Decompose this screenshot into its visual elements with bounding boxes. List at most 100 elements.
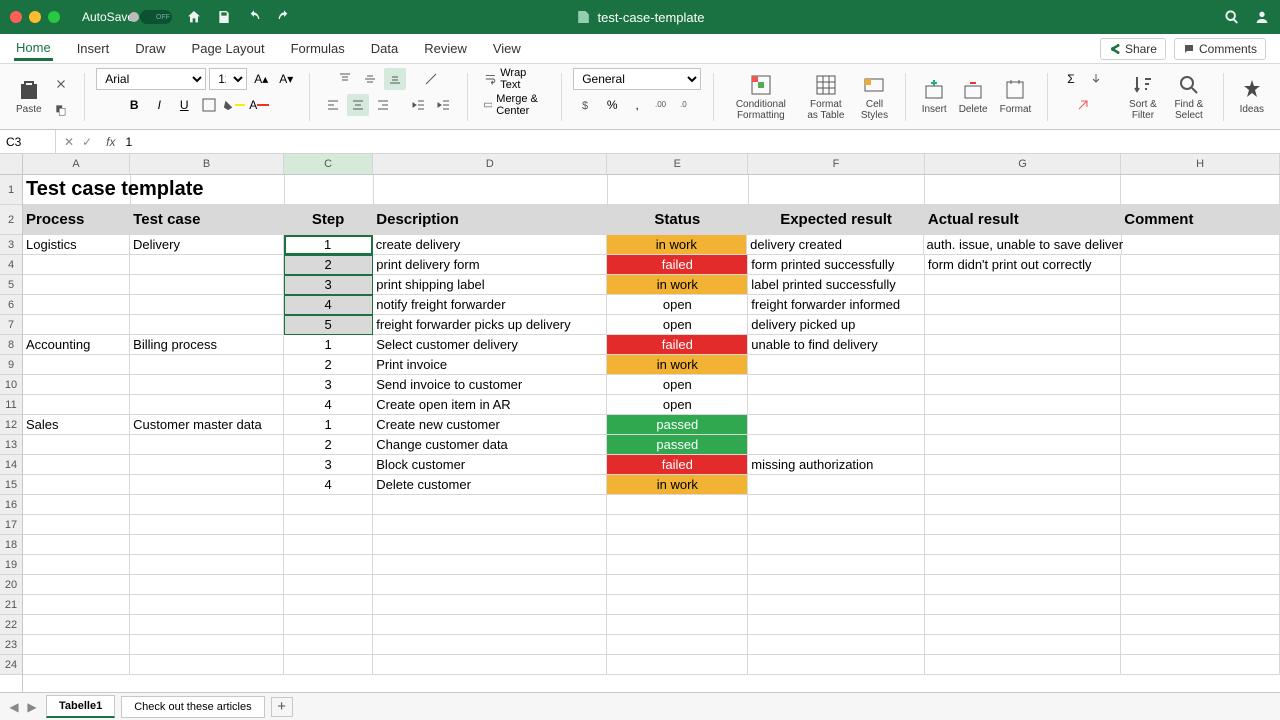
cell[interactable]: [925, 515, 1121, 535]
cell[interactable]: [284, 575, 373, 595]
cell[interactable]: [1121, 475, 1280, 495]
cell[interactable]: [1121, 655, 1280, 675]
cell[interactable]: [925, 355, 1121, 375]
cell[interactable]: [1121, 575, 1280, 595]
copy-icon[interactable]: [50, 99, 72, 121]
cell[interactable]: Sales: [23, 415, 130, 435]
border-icon[interactable]: [198, 94, 220, 116]
clear-icon[interactable]: [1072, 94, 1094, 116]
cell[interactable]: Select customer delivery: [373, 335, 607, 355]
cell[interactable]: [925, 535, 1121, 555]
cell[interactable]: [23, 535, 130, 555]
row-header[interactable]: 21: [0, 595, 22, 615]
row-header[interactable]: 4: [0, 255, 22, 275]
cell[interactable]: [748, 475, 925, 495]
increase-indent-icon[interactable]: [433, 94, 455, 116]
cell[interactable]: Process: [23, 205, 130, 235]
cell[interactable]: delivery created: [747, 235, 923, 255]
cell[interactable]: [925, 575, 1121, 595]
cell[interactable]: [1121, 295, 1280, 315]
cell[interactable]: notify freight forwarder: [373, 295, 607, 315]
decrease-font-icon[interactable]: A▾: [275, 68, 297, 90]
cell[interactable]: [284, 615, 373, 635]
cell[interactable]: [130, 315, 284, 335]
tab-view[interactable]: View: [491, 37, 523, 60]
align-middle-icon[interactable]: [359, 68, 381, 90]
cell[interactable]: Logistics: [23, 235, 130, 255]
cell[interactable]: Create open item in AR: [373, 395, 607, 415]
row-header[interactable]: 23: [0, 635, 22, 655]
cell[interactable]: [373, 495, 607, 515]
formula-input[interactable]: 1: [121, 135, 136, 149]
cell[interactable]: [925, 595, 1121, 615]
cell[interactable]: [607, 495, 748, 515]
cell[interactable]: Actual result: [925, 205, 1121, 235]
cell[interactable]: [373, 515, 607, 535]
cell[interactable]: delivery picked up: [748, 315, 925, 335]
minimize-window[interactable]: [29, 11, 41, 23]
cell[interactable]: 4: [284, 295, 373, 315]
comma-icon[interactable]: ,: [626, 94, 648, 116]
sheet-nav-prev[interactable]: ◀: [6, 699, 22, 715]
cell[interactable]: Description: [373, 205, 607, 235]
cell[interactable]: [1121, 415, 1280, 435]
cell[interactable]: Delivery: [130, 235, 284, 255]
cell[interactable]: 3: [284, 375, 373, 395]
cell[interactable]: [748, 615, 925, 635]
row-header[interactable]: 24: [0, 655, 22, 675]
cell[interactable]: [607, 575, 748, 595]
maximize-window[interactable]: [48, 11, 60, 23]
cell[interactable]: 3: [284, 275, 373, 295]
cell[interactable]: [373, 655, 607, 675]
increase-decimal-icon[interactable]: .00: [651, 94, 673, 116]
cell[interactable]: [748, 575, 925, 595]
column-header[interactable]: C: [284, 154, 373, 174]
row-header[interactable]: 5: [0, 275, 22, 295]
cell[interactable]: [130, 555, 284, 575]
column-header[interactable]: F: [748, 154, 925, 174]
cell[interactable]: open: [607, 395, 748, 415]
row-header[interactable]: 14: [0, 455, 22, 475]
font-name-select[interactable]: Arial: [96, 68, 206, 90]
fill-icon[interactable]: [1085, 68, 1107, 90]
fx-icon[interactable]: fx: [100, 135, 121, 149]
cell[interactable]: print delivery form: [373, 255, 607, 275]
cell[interactable]: 2: [284, 435, 373, 455]
percent-icon[interactable]: %: [601, 94, 623, 116]
sort-filter-button[interactable]: Sort & Filter: [1123, 71, 1163, 123]
cell[interactable]: [748, 535, 925, 555]
cell[interactable]: [130, 615, 284, 635]
row-header[interactable]: 10: [0, 375, 22, 395]
cell[interactable]: [925, 615, 1121, 635]
cell[interactable]: unable to find delivery: [748, 335, 925, 355]
number-format-select[interactable]: General: [573, 68, 701, 90]
cell[interactable]: [749, 175, 925, 205]
cell[interactable]: [1121, 515, 1280, 535]
cell[interactable]: [23, 555, 130, 575]
cell[interactable]: Expected result: [748, 205, 925, 235]
cell[interactable]: [607, 595, 748, 615]
cell[interactable]: Send invoice to customer: [373, 375, 607, 395]
cell[interactable]: [1121, 435, 1280, 455]
cell[interactable]: [23, 435, 130, 455]
wrap-text-button[interactable]: Wrap Text: [480, 68, 549, 90]
undo-icon[interactable]: [246, 9, 262, 25]
cell[interactable]: 4: [284, 475, 373, 495]
column-header[interactable]: D: [373, 154, 607, 174]
cell[interactable]: [130, 435, 284, 455]
cell[interactable]: [607, 615, 748, 635]
cell[interactable]: [925, 455, 1121, 475]
cell[interactable]: 1: [284, 335, 373, 355]
cell[interactable]: [23, 275, 130, 295]
cell[interactable]: 4: [284, 395, 373, 415]
delete-cells-button[interactable]: Delete: [955, 76, 992, 117]
cell[interactable]: Delete customer: [373, 475, 607, 495]
cell[interactable]: [607, 535, 748, 555]
sheet-tab[interactable]: Check out these articles: [121, 696, 264, 718]
cell[interactable]: [1121, 615, 1280, 635]
insert-cells-button[interactable]: Insert: [918, 76, 951, 117]
cell[interactable]: [23, 375, 130, 395]
share-button[interactable]: Share: [1100, 38, 1166, 60]
account-icon[interactable]: [1254, 9, 1270, 25]
cell[interactable]: [373, 595, 607, 615]
